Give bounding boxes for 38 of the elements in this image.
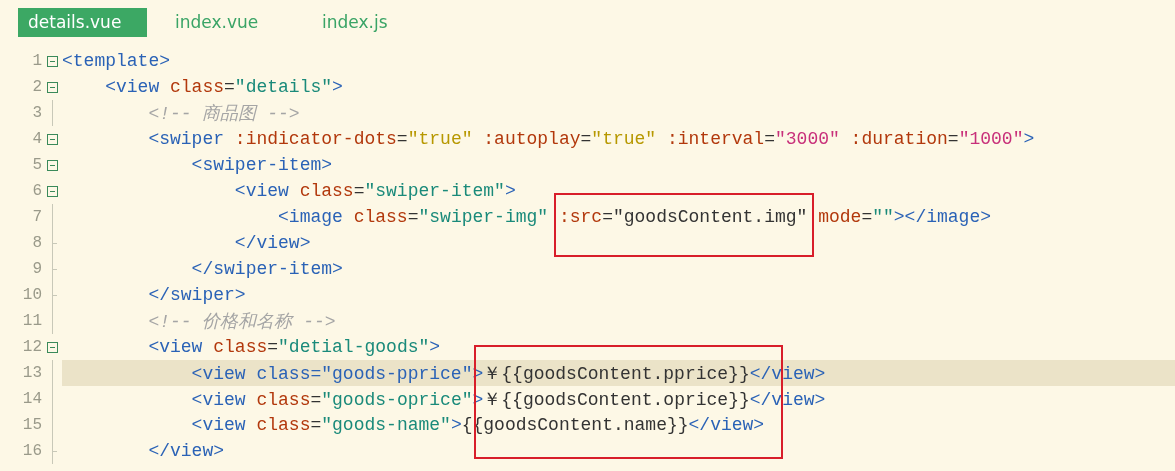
file-tab[interactable]: details.vue	[18, 8, 147, 37]
line-number: 2	[31, 78, 42, 96]
fold-collapse-icon[interactable]	[46, 133, 58, 145]
line-number: 7	[31, 208, 42, 226]
code-line: <view class="swiper-item">	[233, 181, 516, 201]
code-line: <!-- 商品图 -->	[147, 103, 300, 125]
line-number: 6	[31, 182, 42, 200]
line-number: 10	[21, 286, 42, 304]
code-line: </swiper>	[147, 285, 246, 305]
code-line: </swiper-item>	[190, 259, 343, 279]
code-line: <view class="detial-goods">	[147, 337, 441, 357]
line-number: 15	[21, 416, 42, 434]
line-number: 14	[21, 390, 42, 408]
line-number: 8	[31, 234, 42, 252]
fold-collapse-icon[interactable]	[46, 341, 58, 353]
code-line: <image class="swiper-img" :src="goodsContent.img" mode=""></image>	[277, 207, 991, 227]
line-number: 16	[21, 442, 42, 460]
fold-collapse-icon[interactable]	[46, 81, 58, 93]
code-line: <template>	[62, 51, 171, 71]
line-number: 3	[31, 104, 42, 122]
line-number: 13	[21, 364, 42, 382]
code-line: <view class="details">	[104, 77, 343, 97]
line-number: 4	[31, 130, 42, 148]
code-line: </view>	[233, 233, 311, 253]
code-line: <!-- 价格和名称 -->	[147, 311, 336, 333]
line-number: 11	[21, 312, 42, 330]
file-tab[interactable]: index.js	[312, 8, 441, 37]
fold-collapse-icon[interactable]	[46, 55, 58, 67]
fold-collapse-icon[interactable]	[46, 185, 58, 197]
file-tab[interactable]: index.vue	[165, 8, 294, 37]
line-number: 9	[31, 260, 42, 278]
line-number: 12	[21, 338, 42, 356]
code-line: <swiper :indicator-dots="true" :autoplay="true" :interval="3000" :duration="1000">	[147, 129, 1035, 149]
line-number: 5	[31, 156, 42, 174]
code-line: </view>	[147, 441, 225, 461]
code-line: <swiper-item>	[190, 155, 333, 175]
fold-collapse-icon[interactable]	[46, 159, 58, 171]
line-number: 1	[31, 52, 42, 70]
